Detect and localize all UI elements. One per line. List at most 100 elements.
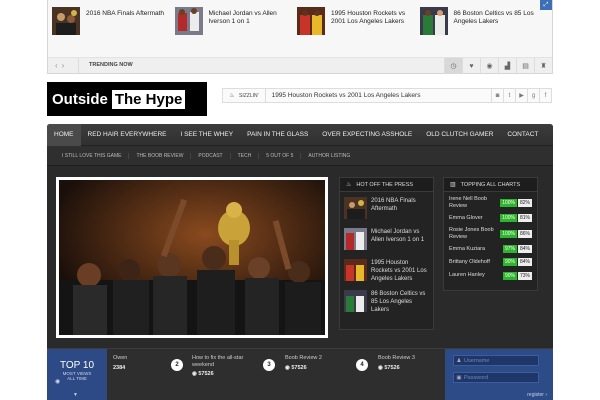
hot-thumbnail xyxy=(344,197,367,219)
top10-item-title: Boob Review 2 xyxy=(285,355,322,361)
chart-row[interactable]: Emma Kuziara 97% 84% xyxy=(444,241,537,254)
signal-icon[interactable]: ▟ xyxy=(498,58,516,74)
logo-text-part1: Outside xyxy=(52,90,108,108)
site-logo[interactable]: Outside The Hype xyxy=(47,82,207,116)
chart-score-primary: 90% xyxy=(502,258,517,267)
chart-score-secondary: 84% xyxy=(517,245,532,254)
chart-score-primary: 97% xyxy=(502,245,517,254)
chart-score-secondary: 73% xyxy=(517,271,532,280)
eye-icon[interactable]: ◉ xyxy=(480,58,498,74)
hot-title: 2016 NBA Finals Aftermath xyxy=(371,198,416,212)
trending-thumbnail xyxy=(174,7,203,35)
top10-item[interactable]: 4 Boob Review 3 ◉ 57526 xyxy=(356,355,436,371)
trending-title: 86 Boston Celtics vs 85 Los Angeles Lake… xyxy=(453,10,534,25)
chevron-left-icon[interactable]: ‹ xyxy=(55,61,62,70)
hot-item[interactable]: Michael Jordan vs Allen Iverson 1 on 1 xyxy=(340,223,433,254)
trending-arrows[interactable]: ‹› xyxy=(48,61,78,70)
trending-title: 2016 NBA Finals Aftermath xyxy=(86,10,165,17)
panel-title: HOT OFF THE PRESS xyxy=(356,181,414,188)
password-field-wrap: ▣ xyxy=(453,372,539,383)
bar-chart-icon: ▥ xyxy=(450,182,456,188)
chart-score-secondary: 82% xyxy=(517,198,532,207)
chart-row[interactable]: Irene Nell Boob Review 100% 82% xyxy=(444,192,537,210)
trending-item[interactable]: Michael Jordan vs Allen Iverson 1 on 1 xyxy=(174,7,298,39)
fire-icon: ♨ xyxy=(346,182,352,188)
top10-item-title: How to fix the all-star weekend xyxy=(192,355,244,368)
chart-name: Irene Nell Boob Review xyxy=(449,195,487,209)
chevron-right-icon[interactable]: › xyxy=(62,61,69,70)
clock-icon[interactable]: ◷ xyxy=(444,58,462,74)
username-field-wrap: ♟ xyxy=(453,355,539,366)
secondary-nav: I STILL LOVE THIS GAME THE BOOB REVIEW P… xyxy=(47,146,553,166)
trophy-icon[interactable]: ♜ xyxy=(534,58,552,74)
password-input[interactable] xyxy=(464,374,534,381)
trending-bar: 2016 NBA Finals Aftermath Michael Jordan… xyxy=(47,0,553,74)
subnav-item[interactable]: PODCAST xyxy=(190,152,229,159)
hot-title: 1995 Houston Rockets vs 2001 Los Angeles… xyxy=(371,260,427,282)
top10-item-views: 57526 xyxy=(198,371,214,377)
sizzlin-headline[interactable]: 1995 Houston Rockets vs 2001 Los Angeles… xyxy=(266,92,491,99)
user-icon: ♟ xyxy=(456,357,462,364)
rss-icon[interactable]: ◙ xyxy=(491,89,503,102)
nav-item-over-expecting[interactable]: OVER EXPECTING ASSHOLE xyxy=(315,124,419,146)
chart-row[interactable]: Emma Glover 100% 81% xyxy=(444,210,537,223)
subnav-item[interactable]: TECH xyxy=(229,152,259,159)
rank-badge: 4 xyxy=(356,359,368,371)
top10-item[interactable]: 2 How to fix the all-star weekend ◉ 5752… xyxy=(171,355,251,377)
youtube-icon[interactable]: ▶ xyxy=(515,89,527,102)
trending-controls: ‹› TRENDING NOW ◷ ♥ ◉ ▟ ▤ ♜ xyxy=(48,57,552,74)
sizzlin-bar: ♨ SIZZLIN' 1995 Houston Rockets vs 2001 … xyxy=(222,88,552,103)
nav-item-pain-glass[interactable]: PAIN IN THE GLASS xyxy=(240,124,315,146)
nav-item-contact[interactable]: CONTACT xyxy=(500,124,545,146)
nav-item-red-hair[interactable]: RED HAIR EVERYWHERE xyxy=(81,124,174,146)
trending-thumbnail xyxy=(419,7,448,35)
trending-item[interactable]: 86 Boston Celtics vs 85 Los Angeles Lake… xyxy=(419,7,543,39)
nav-item-home[interactable]: HOME xyxy=(47,124,81,146)
panel-header: ▥ TOPPING ALL CHARTS xyxy=(444,178,537,192)
top10-item-title: Boob Review 3 xyxy=(378,355,415,361)
featured-image xyxy=(59,180,325,335)
top10-item-views: 57526 xyxy=(291,365,307,371)
nav-item-whey[interactable]: I SEE THE WHEY xyxy=(173,124,240,146)
chart-score-secondary: 81% xyxy=(517,214,532,223)
hot-item[interactable]: 2016 NBA Finals Aftermath xyxy=(340,192,433,223)
expand-icon[interactable]: ⤢ xyxy=(540,0,552,10)
hot-off-press-panel: ♨ HOT OFF THE PRESS 2016 NBA Finals Afte… xyxy=(339,177,434,330)
chevron-down-icon[interactable]: ▼ xyxy=(73,392,78,398)
hot-thumbnail xyxy=(344,259,367,281)
heart-icon[interactable]: ♥ xyxy=(462,58,480,74)
trending-item[interactable]: 1995 Houston Rockets vs 2001 Los Angeles… xyxy=(297,7,420,39)
chart-icon[interactable]: ▤ xyxy=(516,58,534,74)
top10-box[interactable]: TOP 10 MOST VIEWS ALL TIME ◉ ▼ xyxy=(47,349,107,400)
featured-image-frame[interactable] xyxy=(56,177,328,338)
hot-item[interactable]: 1995 Houston Rockets vs 2001 Los Angeles… xyxy=(340,254,433,285)
trending-title: 1995 Houston Rockets vs 2001 Los Angeles… xyxy=(331,10,406,25)
trending-thumbnail xyxy=(297,7,325,35)
hot-thumbnail xyxy=(344,290,367,312)
subnav-item[interactable]: 5 OUT OF 5 xyxy=(258,152,300,159)
hot-item[interactable]: 86 Boston Celtics vs 85 Los Angeles Lake… xyxy=(340,285,433,316)
chart-row[interactable]: Brittany Oldehoff 90% 84% xyxy=(444,254,537,267)
subnav-item[interactable]: THE BOOB REVIEW xyxy=(128,152,190,159)
chart-score-primary: 100% xyxy=(500,198,517,207)
topping-charts-panel: ▥ TOPPING ALL CHARTS Irene Nell Boob Rev… xyxy=(443,177,538,291)
social-links: ◙ t ▶ g f xyxy=(491,89,551,102)
nav-item-clutch-gamer[interactable]: OLD CLUTCH GAMER xyxy=(419,124,500,146)
chart-row[interactable]: Rosie Jones Boob Review 100% 86% xyxy=(444,223,537,241)
subnav-item[interactable]: AUTHOR LISTING xyxy=(300,152,357,159)
rank-badge: 3 xyxy=(263,359,275,371)
twitter-icon[interactable]: t xyxy=(503,89,515,102)
chart-score-primary: 100% xyxy=(500,214,517,223)
trending-list: 2016 NBA Finals Aftermath Michael Jordan… xyxy=(52,7,542,39)
username-input[interactable] xyxy=(464,357,534,364)
register-link[interactable]: register › xyxy=(527,392,547,398)
primary-nav: HOME RED HAIR EVERYWHERE I SEE THE WHEY … xyxy=(47,124,553,146)
subnav-item[interactable]: I STILL LOVE THIS GAME xyxy=(55,153,128,159)
top10-item-views: 57526 xyxy=(384,365,400,371)
googleplus-icon[interactable]: g xyxy=(527,89,539,102)
hot-title: 86 Boston Celtics vs 85 Los Angeles Lake… xyxy=(371,291,426,313)
top10-item[interactable]: 3 Boob Review 2 ◉ 57526 xyxy=(263,355,343,371)
chart-row[interactable]: Lauren Hanley 90% 73% xyxy=(444,268,537,281)
facebook-icon[interactable]: f xyxy=(539,89,551,102)
trending-item[interactable]: 2016 NBA Finals Aftermath xyxy=(52,7,175,39)
